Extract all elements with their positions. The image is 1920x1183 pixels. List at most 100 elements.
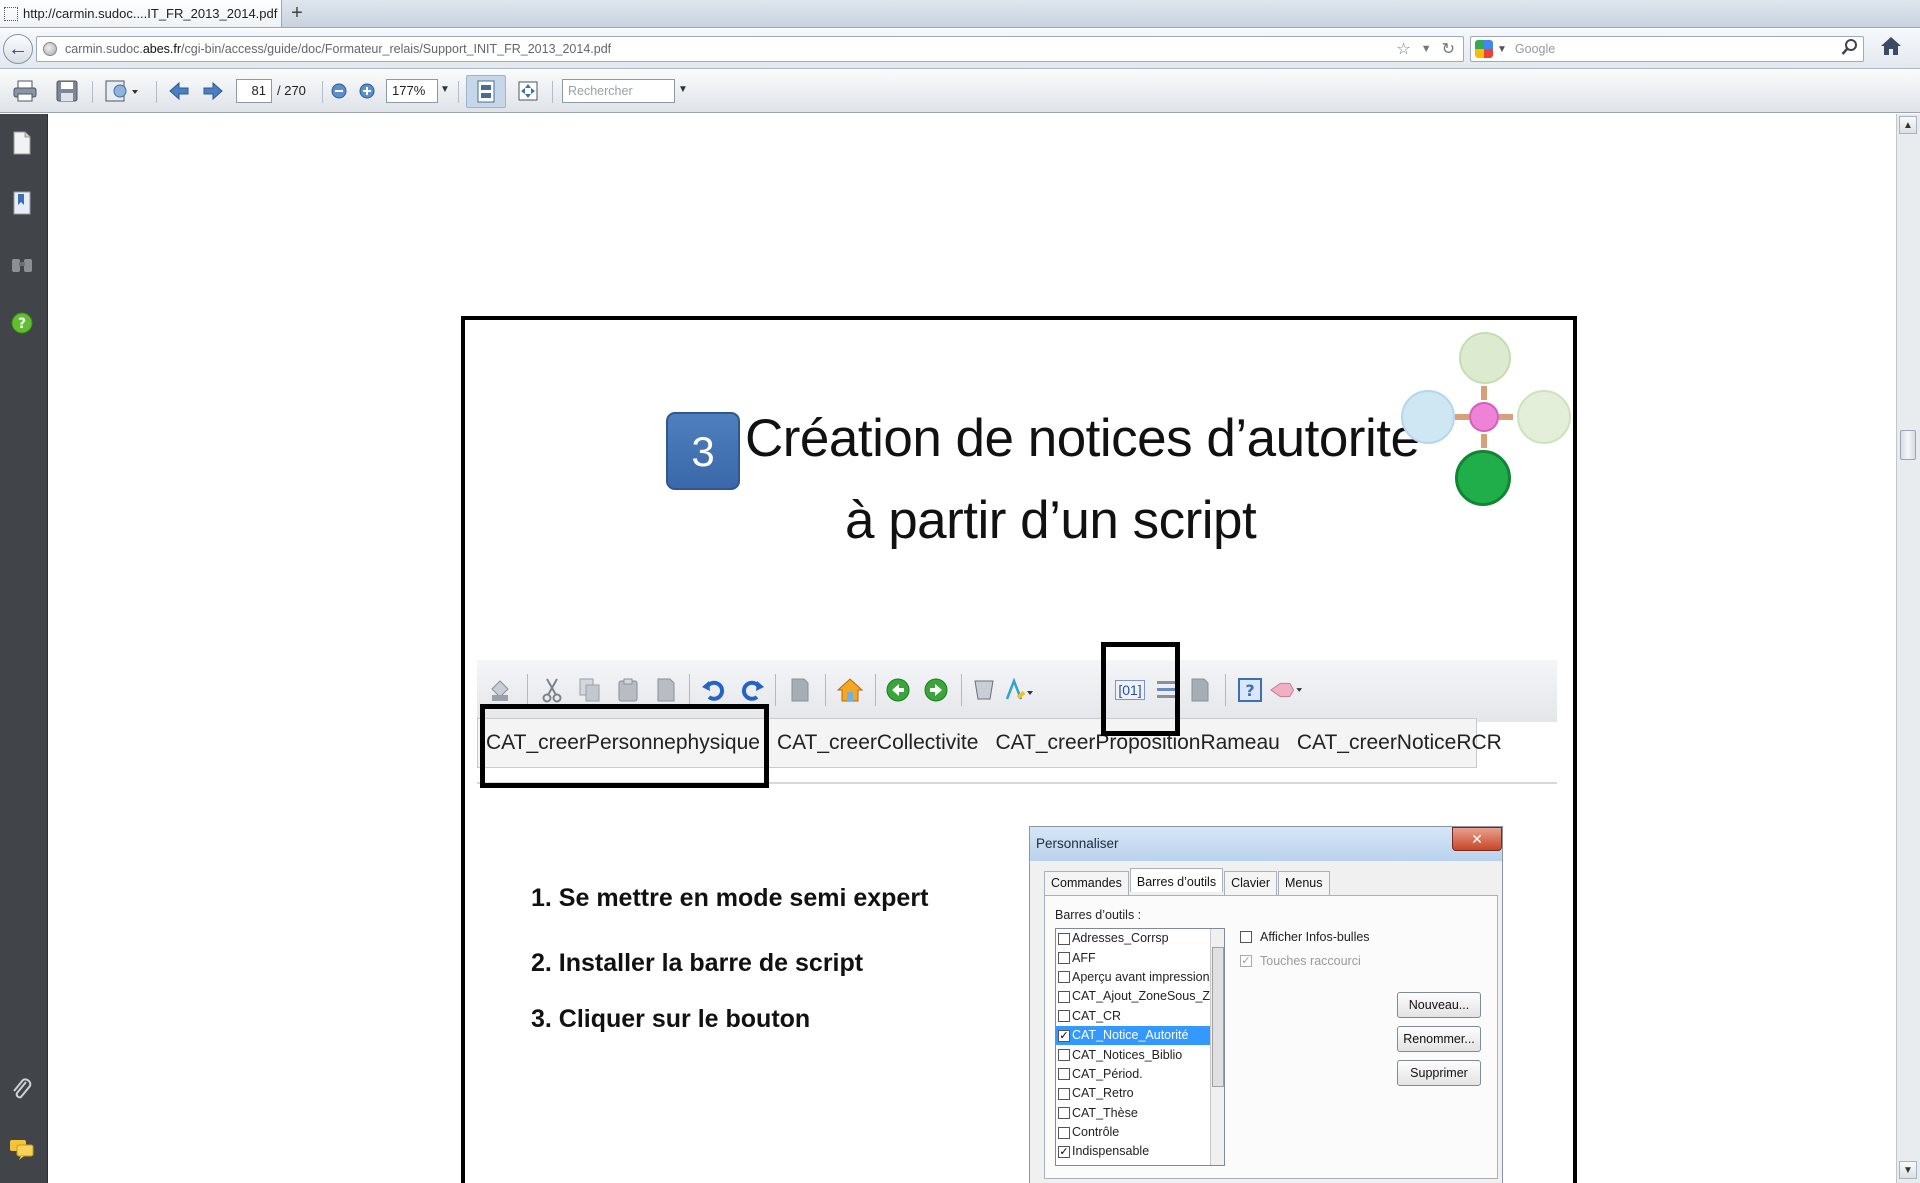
page-total-label: / 270 [277, 83, 306, 98]
toolbar-list-item: Aperçu avant impression [1056, 968, 1224, 987]
vertical-scrollbar[interactable]: ▲ ▼ [1896, 114, 1920, 1183]
bookmark-star-icon[interactable]: ☆ [1396, 39, 1410, 59]
toolbar-list-item: ✓ CAT_Notice_Autorité [1056, 1025, 1224, 1046]
toolbars-list-label: Barres d’outils : [1055, 908, 1142, 922]
find-dropdown-icon[interactable]: ▼ [678, 84, 688, 95]
toolbar-item-label: CAT_Périod. [1072, 1066, 1143, 1081]
search-bar[interactable]: ▼ Google [1470, 36, 1864, 62]
toolbar-item-label: CAT_Ajout_ZoneSous_Z [1072, 989, 1211, 1004]
option-touches-raccourci: ✓ Touches raccourci [1240, 954, 1361, 968]
dialog-tabs: Commandes Barres d’outils Clavier Menus [1044, 868, 1331, 895]
history-dropdown-icon[interactable]: ▼ [1421, 39, 1432, 59]
back-arrow-icon: ← [8, 37, 28, 60]
svg-text:?: ? [18, 316, 26, 332]
toolbar-help-icon: ? [1233, 670, 1267, 710]
fit-page-icon [477, 80, 495, 103]
toolbar-item-label: CAT_Thèse [1072, 1105, 1138, 1120]
toolbar-item-label: CAT_Retro [1072, 1086, 1134, 1101]
personnaliser-dialog-image: Personnaliser ✕ Commandes Barres d’outil… [1029, 826, 1503, 1183]
full-screen-icon[interactable] [514, 78, 542, 104]
toolbar-item-checkbox [1058, 932, 1070, 945]
address-bar[interactable]: carmin.sudoc. abes.fr/cgi-bin/access/guid… [36, 36, 1464, 62]
find-input[interactable]: Rechercher [562, 79, 675, 103]
help-icon[interactable]: ? [9, 310, 35, 336]
search-binoculars-icon[interactable] [9, 251, 35, 277]
page-number-input[interactable]: 81 [236, 79, 272, 103]
attachments-paperclip-icon[interactable] [9, 1076, 35, 1102]
toolbar-item-checkbox [1058, 952, 1070, 965]
dialog-renommer-button: Renommer... [1397, 1026, 1481, 1052]
browser-tab-pdf[interactable]: http://carmin.sudoc....IT_FR_2013_2014.p… [0, 0, 282, 28]
dialog-tab-menus: Menus [1277, 871, 1330, 895]
pdf-slide-page: 3 Création de notices d’autorité à parti… [461, 316, 1577, 1183]
back-button[interactable]: ← [3, 34, 33, 64]
view-options-icon[interactable] [102, 78, 142, 104]
url-prefix: carmin.sudoc. [65, 42, 143, 56]
toolbar-list-item: CAT_CR [1056, 1007, 1224, 1026]
home-icon[interactable] [1880, 35, 1902, 64]
dialog-title: Personnaliser [1030, 827, 1502, 861]
engine-dropdown-icon[interactable]: ▼ [1497, 44, 1507, 55]
step-3-text: 3. Cliquer sur le bouton [531, 1005, 811, 1033]
toolbar-back-green-icon [881, 670, 915, 710]
step-number-badge: 3 [666, 412, 740, 490]
option-infos-bulles-label: Afficher Infos-bulles [1260, 930, 1370, 944]
option-raccourci-label: Touches raccourci [1260, 954, 1361, 968]
step-2-text: 2. Installer la barre de script [531, 949, 864, 977]
option-raccourci-checkbox: ✓ [1240, 955, 1252, 967]
toolbar-item-label: CAT_Notice_Autorité [1072, 1028, 1189, 1043]
scroll-up-icon[interactable]: ▲ [1899, 116, 1917, 134]
reload-icon[interactable]: ↻ [1442, 39, 1455, 59]
toolbar-list-item: CAT_Thèse [1056, 1104, 1224, 1123]
previous-page-icon[interactable] [166, 78, 192, 104]
bookmarks-icon[interactable] [9, 190, 35, 216]
dialog-tab-barres-outils: Barres d’outils [1129, 868, 1224, 892]
toolbar-item-checkbox [1058, 1126, 1070, 1139]
dialog-body: Barres d’outils : Adresses_Corrsp AFF Aper… [1044, 895, 1498, 1179]
toolbar-item-label: Contrôle [1072, 1125, 1120, 1140]
toolbar-item-checkbox [1058, 1049, 1070, 1062]
toolbar-item-label: CAT_Notices_Biblio [1072, 1047, 1183, 1062]
url-path: /cgi-bin/access/guide/doc/Formateur_rela… [181, 42, 612, 56]
page-favicon-icon [4, 6, 18, 21]
toolbar-item-label: CAT_CR [1072, 1008, 1122, 1023]
svg-text:?: ? [1245, 681, 1254, 700]
page-thumbnails-icon[interactable] [9, 130, 35, 156]
zoom-in-icon[interactable] [356, 78, 378, 104]
zoom-out-icon[interactable] [328, 78, 350, 104]
save-icon[interactable] [52, 78, 82, 104]
option-afficher-infos-bulles: Afficher Infos-bulles [1240, 930, 1370, 944]
dialog-tab-commandes: Commandes [1044, 871, 1129, 895]
toolbar-page-icon [783, 670, 817, 710]
toolbar-home-icon [833, 670, 867, 710]
print-icon[interactable] [10, 78, 40, 104]
fit-page-button[interactable] [466, 75, 506, 108]
browser-tab-title: http://carmin.sudoc....IT_FR_2013_2014.p… [23, 6, 278, 21]
google-engine-icon[interactable] [1475, 40, 1493, 58]
toolbar-cup-icon [967, 670, 1001, 710]
new-tab-button[interactable]: + [285, 2, 309, 24]
toolbar-list-item: CAT_Retro [1056, 1084, 1224, 1103]
toolbar-item-checkbox [1058, 1087, 1070, 1100]
pdf-document-area[interactable]: 3 Création de notices d’autorité à parti… [49, 114, 1895, 1183]
slide-title-line1: Création de notices d’autorité [745, 409, 1420, 468]
toolbar-font-icon [1001, 670, 1035, 710]
toolbar-item-checkbox [1058, 990, 1070, 1003]
site-identity-icon[interactable] [43, 42, 57, 56]
search-input[interactable]: Google [1515, 42, 1555, 56]
toolbar-list-item: CAT_Ajout_ZoneSous_Z [1056, 987, 1224, 1006]
option-infos-bulles-checkbox [1240, 931, 1252, 943]
dialog-tab-clavier: Clavier [1224, 871, 1277, 895]
toolbar-item-label: Aperçu avant impression [1072, 969, 1210, 984]
zoom-level-input[interactable]: 177% [386, 79, 438, 103]
comments-icon[interactable] [9, 1136, 35, 1162]
scroll-down-icon[interactable]: ▼ [1899, 1161, 1917, 1179]
scrollbar-thumb[interactable] [1900, 430, 1916, 460]
script-creer-notice-rcr: CAT_creerNoticeRCR [1296, 731, 1502, 754]
toolbar-item-checkbox [1058, 1107, 1070, 1120]
search-magnifier-icon[interactable] [1841, 38, 1859, 61]
toolbar-sheet-icon [1183, 670, 1217, 710]
zoom-dropdown-icon[interactable]: ▼ [440, 84, 450, 95]
toolbar-list-item: ✓ Indispensable [1056, 1142, 1224, 1161]
next-page-icon[interactable] [200, 78, 226, 104]
